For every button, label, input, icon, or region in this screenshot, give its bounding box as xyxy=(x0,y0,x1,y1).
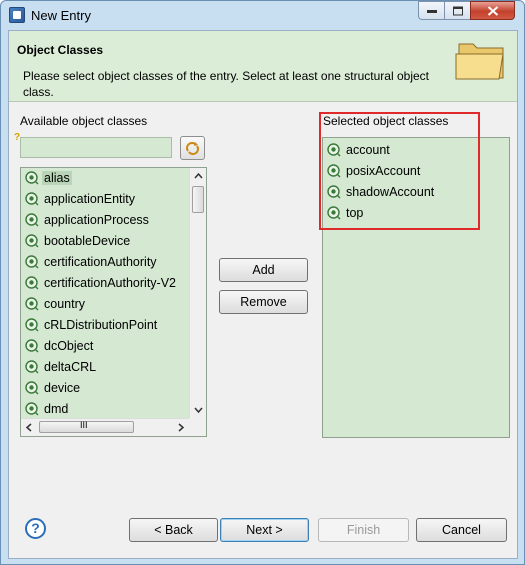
list-item-label: country xyxy=(44,297,85,311)
filter-button[interactable] xyxy=(180,136,205,160)
dialog-content: Object Classes Please select object clas… xyxy=(8,30,518,559)
list-item-label: dcObject xyxy=(44,339,94,353)
page-title: Object Classes xyxy=(17,43,104,57)
remove-button[interactable]: Remove xyxy=(219,290,308,314)
list-item-label: bootableDevice xyxy=(44,234,131,248)
object-class-icon xyxy=(25,234,39,248)
list-item-label: dmd xyxy=(44,402,69,416)
list-item-label: device xyxy=(44,381,81,395)
object-class-icon xyxy=(25,318,39,332)
scroll-right-icon[interactable] xyxy=(172,419,189,436)
app-icon xyxy=(9,7,25,23)
list-item[interactable]: alias xyxy=(21,168,189,189)
maximize-icon xyxy=(452,6,463,15)
next-button[interactable]: Next > xyxy=(220,518,309,542)
list-item-label: applicationEntity xyxy=(44,192,136,206)
list-item[interactable]: applicationProcess xyxy=(21,210,189,231)
window-title: New Entry xyxy=(31,8,91,23)
object-class-icon xyxy=(25,255,39,269)
help-icon[interactable]: ? xyxy=(25,518,46,539)
list-item[interactable]: cRLDistributionPoint xyxy=(21,315,189,336)
available-classes-list[interactable]: alias applicationEntity applicationProcess… xyxy=(20,167,207,437)
finish-button[interactable]: Finish xyxy=(318,518,409,542)
title-bar[interactable]: New Entry xyxy=(1,1,524,29)
add-button[interactable]: Add xyxy=(219,258,308,282)
minimize-icon xyxy=(426,9,437,13)
available-items: alias applicationEntity applicationProcess… xyxy=(21,168,189,418)
close-button[interactable] xyxy=(470,1,515,20)
list-item[interactable]: dmd xyxy=(21,399,189,418)
object-class-icon xyxy=(25,360,39,374)
new-entry-dialog: New Entry Object Classes Please select o… xyxy=(0,0,525,565)
scroll-down-icon[interactable] xyxy=(190,401,207,418)
scroll-grip: III xyxy=(80,420,88,430)
folder-icon xyxy=(455,43,504,80)
list-item[interactable]: applicationEntity xyxy=(21,189,189,210)
list-item[interactable]: device xyxy=(21,378,189,399)
list-item-label: certificationAuthority xyxy=(44,255,157,269)
page-description: Please select object classes of the entr… xyxy=(23,69,429,99)
close-icon xyxy=(487,5,498,16)
list-item[interactable]: certificationAuthority xyxy=(21,252,189,273)
horizontal-scrollbar[interactable]: III xyxy=(21,418,189,436)
list-item-label: applicationProcess xyxy=(44,213,149,227)
finish-button-label: Finish xyxy=(346,523,381,537)
list-item-label: cRLDistributionPoint xyxy=(44,318,158,332)
horizontal-scroll-thumb[interactable]: III xyxy=(39,420,134,433)
object-class-icon xyxy=(25,276,39,290)
minimize-button[interactable] xyxy=(418,1,445,20)
back-button[interactable]: < Back xyxy=(129,518,218,542)
vertical-scroll-thumb[interactable] xyxy=(192,186,204,213)
back-button-label: < Back xyxy=(154,523,193,537)
list-item[interactable]: bootableDevice xyxy=(21,231,189,252)
refresh-filter-icon xyxy=(186,142,199,155)
object-class-icon xyxy=(25,297,39,311)
scroll-left-icon[interactable] xyxy=(21,419,38,436)
object-class-icon xyxy=(25,213,39,227)
scroll-corner xyxy=(189,418,206,436)
next-button-label: Next > xyxy=(246,523,283,537)
object-class-icon xyxy=(25,381,39,395)
vertical-scrollbar[interactable] xyxy=(189,168,206,418)
highlight-annotation xyxy=(319,112,480,230)
cancel-button[interactable]: Cancel xyxy=(416,518,507,542)
filter-input[interactable] xyxy=(20,137,172,158)
list-item[interactable]: certificationAuthority-V2 xyxy=(21,273,189,294)
maximize-button[interactable] xyxy=(444,1,471,20)
available-label: Available object classes xyxy=(20,114,148,128)
cancel-button-label: Cancel xyxy=(442,523,481,537)
list-item-label: certificationAuthority-V2 xyxy=(44,276,177,290)
list-item[interactable]: deltaCRL xyxy=(21,357,189,378)
object-class-icon xyxy=(25,192,39,206)
list-item-label: deltaCRL xyxy=(44,360,97,374)
remove-button-label: Remove xyxy=(240,295,287,309)
list-item[interactable]: country xyxy=(21,294,189,315)
object-class-icon xyxy=(25,402,39,416)
wizard-header: Object Classes Please select object clas… xyxy=(9,31,517,102)
list-item-label: alias xyxy=(42,171,72,185)
scroll-up-icon[interactable] xyxy=(190,168,207,185)
object-class-icon xyxy=(25,339,39,353)
list-item[interactable]: dcObject xyxy=(21,336,189,357)
add-button-label: Add xyxy=(252,263,275,277)
object-class-icon xyxy=(25,171,39,185)
